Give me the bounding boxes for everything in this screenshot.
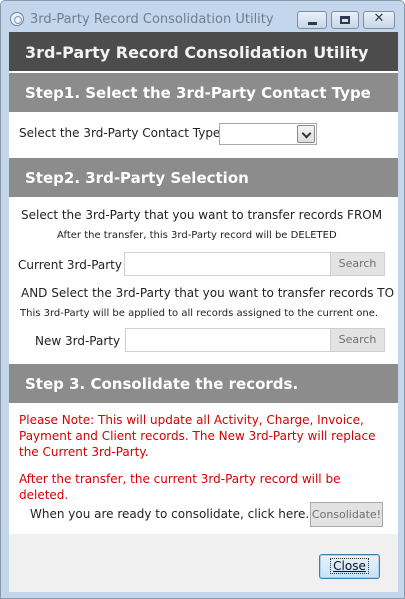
dialog-footer: Close [9, 534, 398, 592]
ready-text: When you are ready to consolidate, click… [30, 507, 310, 521]
close-icon: ✕ [373, 11, 385, 26]
consolidate-button[interactable]: Consolidate! [310, 502, 383, 527]
new-party-label: New 3rd-Party [35, 334, 121, 348]
title-bar[interactable]: 3rd-Party Record Consolidation Utility ✕ [1, 1, 404, 31]
step2-heading: Step2. 3rd-Party Selection [9, 158, 398, 197]
from-note: After the transfer, this 3rd-Party recor… [57, 230, 337, 241]
step3-heading: Step 3. Consolidate the records. [9, 364, 398, 403]
current-party-label: Current 3rd-Party [18, 258, 122, 272]
window-title: 3rd-Party Record Consolidation Utility [30, 12, 274, 27]
app-window: 3rd-Party Record Consolidation Utility ✕… [0, 0, 405, 599]
to-note: This 3rd-Party will be applied to all re… [20, 308, 379, 319]
current-party-search-button[interactable]: Search [330, 252, 385, 276]
contact-type-select[interactable] [219, 123, 317, 145]
contact-type-label: Select the 3rd-Party Contact Type [19, 126, 221, 140]
current-party-input[interactable] [124, 252, 331, 276]
app-icon [10, 12, 24, 26]
step1-heading: Step1. Select the 3rd-Party Contact Type [9, 73, 398, 112]
window-close-button[interactable]: ✕ [363, 11, 395, 29]
minimize-button[interactable] [297, 11, 327, 29]
new-party-search-button[interactable]: Search [330, 328, 385, 352]
page-title: 3rd-Party Record Consolidation Utility [9, 32, 398, 71]
update-warning: Please Note: This will update all Activi… [19, 413, 376, 459]
close-button[interactable]: Close [319, 554, 380, 579]
close-button-label: Close [330, 558, 369, 574]
deletion-warning: After the transfer, the current 3rd-Part… [19, 472, 341, 502]
new-party-input[interactable] [125, 328, 331, 352]
dialog-content: 3rd-Party Record Consolidation Utility S… [9, 32, 398, 592]
maximize-button[interactable] [331, 11, 359, 29]
to-instruction: AND Select the 3rd-Party that you want t… [21, 286, 395, 300]
chevron-down-icon[interactable] [297, 125, 315, 143]
maximize-icon [340, 16, 350, 24]
from-instruction: Select the 3rd-Party that you want to tr… [21, 208, 383, 222]
minimize-icon [308, 22, 317, 25]
